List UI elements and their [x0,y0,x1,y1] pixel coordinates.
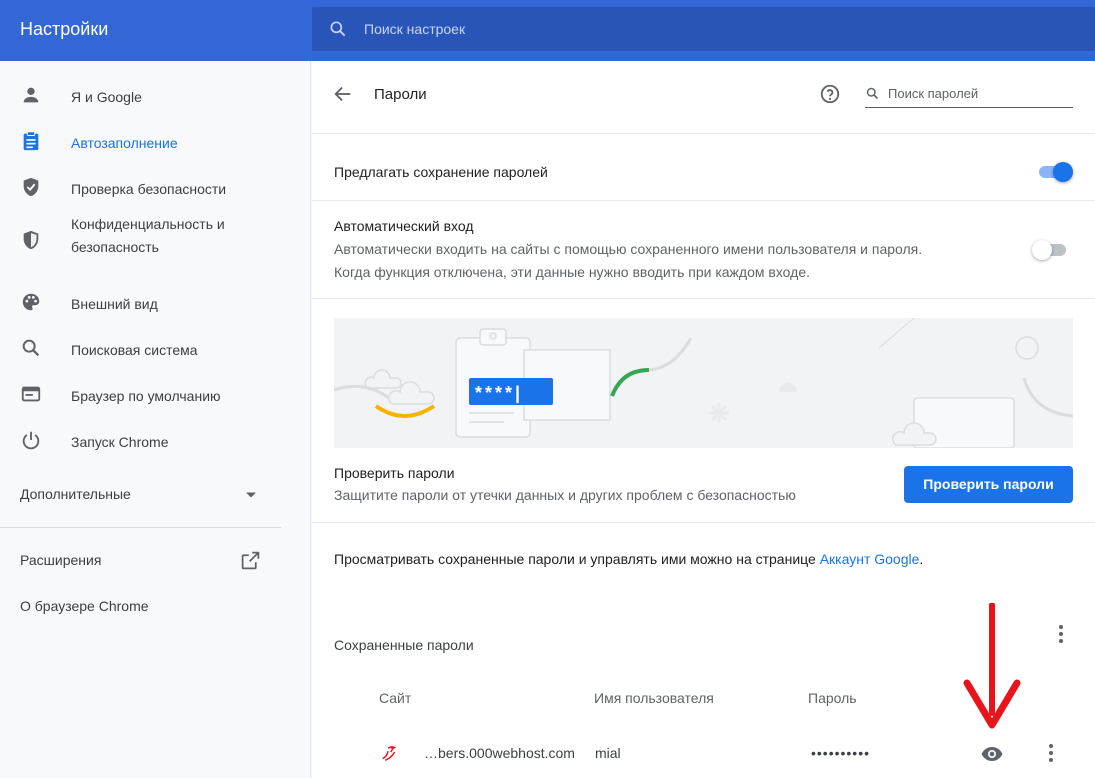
sidebar-item-label: Я и Google [71,89,142,105]
sidebar-item-autofill[interactable]: Автозаполнение [0,117,300,163]
illustration-graphic: ****| [334,318,1073,448]
browser-icon [21,386,41,402]
passwords-page: Пароли Поиск паролей Предлагать сохранен… [312,61,1095,778]
offer-save-label: Предлагать сохранение паролей [334,164,548,180]
power-icon [22,431,40,450]
auto-signin-description: Когда функция отключена, эти данные нужн… [334,264,810,280]
annotation-down-arrow [963,603,1021,729]
sidebar-extensions[interactable]: Расширения [20,552,101,568]
auto-signin-toggle[interactable] [1032,240,1068,260]
manage-passwords-suffix: . [919,551,924,567]
sidebar-item-on-startup[interactable]: Запуск Chrome [0,416,300,462]
site-favicon-icon [382,746,397,761]
sidebar-item-you-and-google[interactable]: Я и Google [0,71,300,117]
sidebar-item-label: Поисковая система [71,342,198,358]
sidebar-item-privacy[interactable]: Конфиденциальность и безопасность [0,209,300,271]
show-password-eye-icon[interactable] [980,742,1004,766]
app-title: Настройки [20,19,109,39]
saved-site: …bers.000webhost.com [424,745,575,761]
password-search-placeholder: Поиск паролей [888,86,979,101]
check-passwords-button[interactable]: Проверить пароли [904,466,1073,503]
chevron-down-icon[interactable] [245,491,257,499]
sidebar: Я и Google Автозаполнение Проверка безоп… [0,61,311,778]
sidebar-item-label: Проверка безопасности [71,181,227,197]
shield-icon [23,230,39,250]
password-check-illustration: ****| [334,318,1073,448]
search-icon [22,339,40,357]
divider [312,522,1095,523]
sidebar-item-search-engine[interactable]: Поисковая система [0,324,300,370]
sidebar-item-appearance[interactable]: Внешний вид [0,278,300,324]
sidebar-item-label: Автозаполнение [71,135,178,151]
auto-signin-label: Автоматический вход [334,218,474,234]
top-bar: Настройки Поиск настроек [0,0,1095,61]
page-title: Пароли [374,86,427,103]
column-header-password: Пароль [808,690,857,706]
check-passwords-title: Проверить пароли [334,465,455,481]
saved-username: mial [595,745,621,761]
more-vert-icon[interactable] [1048,743,1054,763]
sidebar-item-label: Браузер по умолчанию [71,388,221,404]
back-arrow-icon[interactable] [332,83,354,105]
person-icon [23,87,39,103]
divider [312,298,1095,299]
shield-check-icon [23,177,39,197]
password-search-input[interactable]: Поиск паролей [865,84,1073,108]
saved-passwords-title: Сохраненные пароли [334,637,474,653]
sidebar-item-label: Запуск Chrome [71,434,169,450]
help-icon[interactable] [819,83,841,105]
palette-icon [22,293,40,311]
google-account-link[interactable]: Аккаунт Google [820,551,920,567]
sidebar-item-safety-check[interactable]: Проверка безопасности [0,163,300,209]
sidebar-item-label: Внешний вид [71,296,158,312]
column-header-username: Имя пользователя [594,690,714,706]
search-icon [330,21,346,37]
auto-signin-description: Автоматически входить на сайты с помощью… [334,241,923,257]
column-header-site: Сайт [379,690,412,706]
sidebar-divider [0,527,281,528]
manage-passwords-prefix: Просматривать сохраненные пароли и управ… [334,551,820,567]
search-icon [866,87,879,100]
settings-search-placeholder: Поиск настроек [364,21,466,37]
illustration-password-mask: ****| [475,383,523,403]
check-passwords-description: Защитите пароли от утечки данных и други… [334,487,796,503]
offer-save-toggle[interactable] [1037,162,1073,182]
sidebar-item-default-browser[interactable]: Браузер по умолчанию [0,370,300,416]
manage-passwords-text: Просматривать сохраненные пароли и управ… [334,551,923,567]
sidebar-advanced[interactable]: Дополнительные [20,486,131,502]
divider [312,200,1095,201]
saved-password: •••••••••• [811,745,871,761]
sidebar-item-label: Конфиденциальность и безопасность [71,216,225,255]
divider [312,133,1095,134]
clipboard-icon [23,131,39,151]
external-link-icon[interactable] [240,550,261,571]
sidebar-about-chrome[interactable]: О браузере Chrome [20,598,149,614]
more-vert-icon[interactable] [1058,624,1064,644]
settings-search-input[interactable]: Поиск настроек [312,7,1095,51]
